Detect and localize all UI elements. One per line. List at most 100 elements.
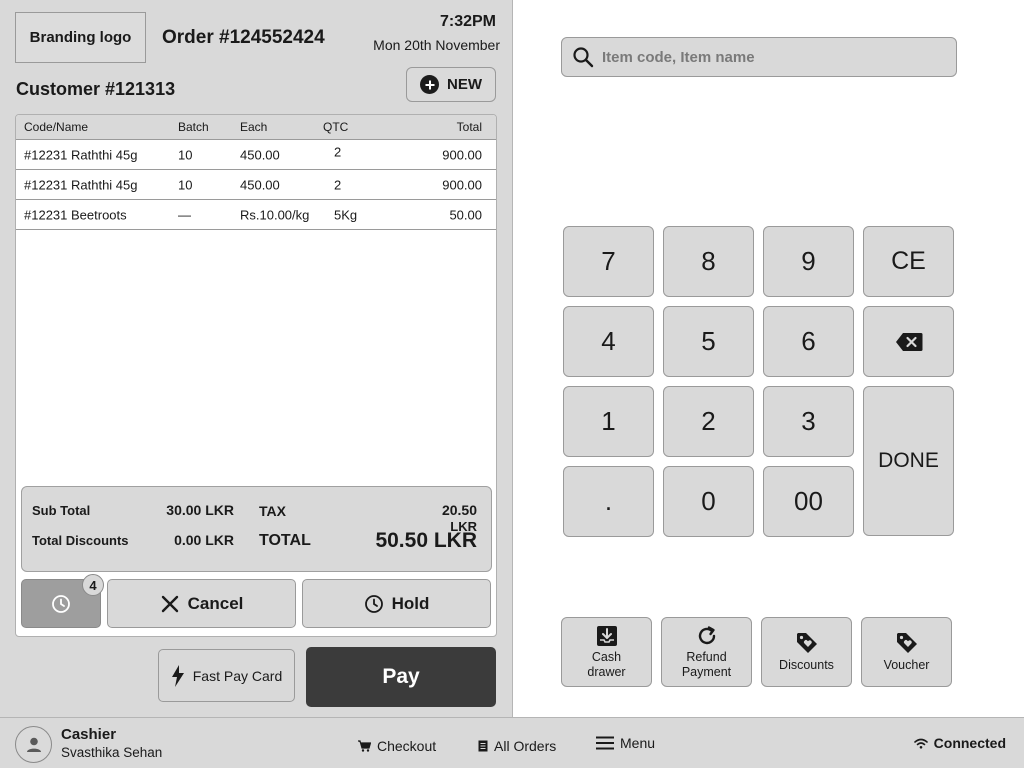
key-0[interactable]: 0: [663, 466, 754, 537]
avatar[interactable]: [15, 726, 52, 763]
document-icon: [478, 740, 488, 752]
key-7[interactable]: 7: [563, 226, 654, 297]
download-tray-icon: [596, 625, 617, 646]
tax-label: TAX: [259, 503, 286, 519]
nav-menu[interactable]: Menu: [596, 735, 655, 751]
key-4[interactable]: 4: [563, 306, 654, 377]
hold-label: Hold: [391, 593, 430, 613]
table-row[interactable]: #12231 Raththi 45g 10 450.00 2 900.00: [16, 170, 496, 200]
total-discounts-value: 0.00 LKR: [174, 532, 234, 548]
key-00[interactable]: 00: [763, 466, 854, 537]
item-qtc: 2: [334, 144, 342, 160]
discounts-label: Discounts: [779, 658, 834, 672]
refresh-icon: [698, 625, 715, 644]
key-8[interactable]: 8: [663, 226, 754, 297]
item-batch: 10: [178, 177, 193, 192]
column-qtc: QTC: [323, 120, 349, 134]
item-each: 450.00: [240, 147, 280, 162]
wifi-icon: [913, 738, 928, 749]
fast-pay-card-button[interactable]: Fast Pay Card: [158, 649, 295, 702]
order-number: Order #124552424: [162, 27, 325, 48]
cancel-button[interactable]: Cancel: [107, 579, 296, 628]
cancel-label: Cancel: [187, 593, 244, 613]
close-icon: [161, 595, 178, 612]
tag-heart-icon: [896, 633, 917, 653]
item-each: Rs.10.00/kg: [240, 207, 310, 222]
nav-menu-label: Menu: [620, 735, 656, 751]
key-1[interactable]: 1: [563, 386, 654, 457]
item-qtc: 5Kg: [334, 207, 358, 222]
item-code-name: #12231 Raththi 45g: [24, 177, 138, 192]
discounts-button[interactable]: Discounts: [761, 617, 852, 687]
key-decimal[interactable]: .: [563, 466, 654, 537]
cart-table: Code/Name Batch Each QTC Total #12231 Ra…: [15, 114, 497, 637]
clock-icon: [52, 594, 70, 613]
item-batch: —: [178, 207, 191, 222]
key-clear-entry[interactable]: CE: [863, 226, 954, 297]
cash-drawer-label: Cash drawer: [587, 649, 626, 679]
key-done[interactable]: DONE: [863, 386, 954, 536]
nav-checkout-label: Checkout: [377, 738, 437, 754]
key-6[interactable]: 6: [763, 306, 854, 377]
item-search[interactable]: [561, 37, 957, 77]
lightning-icon: [171, 664, 184, 687]
pay-button[interactable]: Pay: [306, 647, 496, 707]
refund-payment-button[interactable]: Refund Payment: [661, 617, 752, 687]
voucher-button[interactable]: Voucher: [861, 617, 952, 687]
item-total: 900.00: [442, 177, 482, 192]
totals-summary: Sub Total 30.00 LKR Total Discounts 0.00…: [21, 486, 492, 572]
key-2[interactable]: 2: [663, 386, 754, 457]
history-count-badge: 4: [82, 574, 104, 596]
search-input[interactable]: [602, 48, 942, 66]
clock-icon: [364, 594, 383, 613]
total-value: 50.50 LKR: [375, 529, 477, 552]
table-row[interactable]: #12231 Raththi 45g 10 450.00 2 900.00: [16, 140, 496, 170]
new-order-button[interactable]: NEW: [406, 67, 496, 102]
key-5[interactable]: 5: [663, 306, 754, 377]
nav-all-orders-label: All Orders: [494, 738, 557, 754]
sub-total-value: 30.00 LKR: [166, 502, 234, 518]
item-total: 50.00: [449, 207, 482, 222]
clock-date: Mon 20th November: [373, 37, 500, 53]
cash-drawer-button[interactable]: Cash drawer: [561, 617, 652, 687]
hamburger-icon: [596, 736, 614, 750]
connection-status: Connected: [913, 735, 1006, 751]
new-order-label: NEW: [447, 76, 482, 93]
column-batch: Batch: [178, 120, 209, 134]
bottom-bar: Cashier Svasthika Sehan Checkout All Ord…: [0, 717, 1024, 768]
cashier-role: Cashier: [61, 726, 117, 743]
branding-logo: Branding logo: [15, 12, 146, 63]
table-row[interactable]: #12231 Beetroots — Rs.10.00/kg 5Kg 50.00: [16, 200, 496, 230]
customer-title: Customer #121313: [16, 79, 176, 99]
refund-payment-label: Refund Payment: [681, 649, 732, 679]
sub-total-label: Sub Total: [32, 503, 91, 518]
cart-header: Code/Name Batch Each QTC Total: [16, 115, 496, 140]
nav-checkout[interactable]: Checkout: [358, 738, 436, 754]
item-code-name: #12231 Raththi 45g: [24, 147, 138, 162]
cashier-name: Svasthika Sehan: [61, 745, 163, 760]
item-batch: 10: [178, 147, 193, 162]
cart-icon: [358, 740, 371, 752]
item-each: 450.00: [240, 177, 280, 192]
item-qtc: 2: [334, 177, 342, 192]
key-3[interactable]: 3: [763, 386, 854, 457]
tax-value: 20.50: [441, 502, 477, 518]
voucher-label: Voucher: [883, 658, 930, 672]
key-backspace[interactable]: [863, 306, 954, 377]
fast-pay-label: Fast Pay Card: [192, 667, 283, 684]
hold-button[interactable]: Hold: [302, 579, 491, 628]
connection-status-label: Connected: [933, 735, 1006, 751]
backspace-icon: [895, 332, 922, 351]
key-9[interactable]: 9: [763, 226, 854, 297]
column-each: Each: [240, 120, 268, 134]
plus-circle-icon: [420, 75, 439, 94]
nav-all-orders[interactable]: All Orders: [478, 738, 556, 754]
tag-heart-icon: [796, 633, 817, 653]
column-code-name: Code/Name: [24, 120, 89, 134]
clock-time: 7:32PM: [439, 13, 496, 30]
search-icon: [573, 47, 594, 68]
item-code-name: #12231 Beetroots: [24, 207, 127, 222]
column-total: Total: [456, 120, 482, 134]
item-total: 900.00: [442, 147, 482, 162]
order-history-button[interactable]: 4: [21, 574, 104, 628]
